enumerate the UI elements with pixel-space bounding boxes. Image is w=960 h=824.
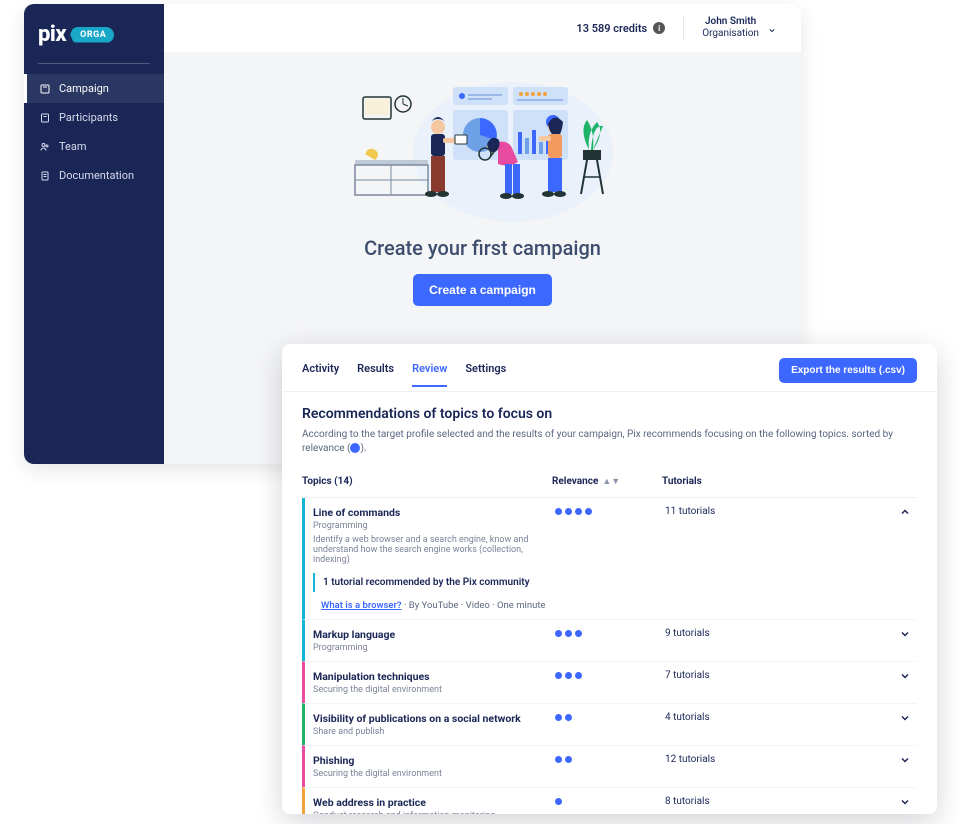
table-row[interactable]: Manipulation techniques Securing the digi… — [302, 661, 917, 703]
table-header: Topics (14) Relevance▲▼ Tutorials — [302, 466, 917, 498]
tutorials-count: 7 tutorials — [665, 670, 893, 681]
sidebar: pix ORGA Campaign Participants Team Docu… — [24, 4, 164, 464]
sidebar-item-participants[interactable]: Participants — [24, 103, 164, 132]
doc-icon — [39, 170, 51, 182]
layers-icon — [39, 83, 51, 95]
sidebar-item-label: Campaign — [59, 82, 109, 95]
tab-activity[interactable]: Activity — [302, 362, 339, 387]
tutorials-count: 8 tutorials — [665, 796, 893, 807]
topic-subtitle: Share and publish — [313, 727, 555, 737]
topic-subtitle: Securing the digital environment — [313, 685, 555, 695]
chevron-up-icon[interactable] — [893, 506, 917, 522]
tab-review[interactable]: Review — [412, 362, 447, 387]
table-body: Line of commands Programming Identify a we… — [302, 498, 917, 814]
topic-title: Markup language — [313, 628, 555, 641]
tab-settings[interactable]: Settings — [465, 362, 506, 387]
topic-subtitle: Programming — [313, 521, 555, 531]
desc-post: ). — [360, 443, 366, 454]
chevron-down-icon[interactable] — [893, 796, 917, 812]
sidebar-item-label: Team — [59, 140, 87, 153]
topic-title: Line of commands — [313, 506, 555, 519]
topics-table: Topics (14) Relevance▲▼ Tutorials Line o… — [282, 466, 937, 814]
topic-subtitle: Securing the digital environment — [313, 769, 555, 779]
sidebar-item-label: Participants — [59, 111, 118, 124]
info-icon[interactable]: i — [653, 22, 665, 34]
divider — [38, 63, 150, 64]
divider — [683, 16, 684, 40]
credits-text: 13 589 credits — [576, 22, 647, 35]
topic-title: Web address in practice — [313, 796, 555, 809]
topic-title: Manipulation techniques — [313, 670, 555, 683]
topic-title: Phishing — [313, 754, 555, 767]
chevron-down-icon: ⌄ — [767, 21, 777, 36]
relevance-dots — [555, 670, 665, 679]
topic-subtitle: Programming — [313, 643, 555, 653]
chevron-down-icon[interactable] — [893, 754, 917, 770]
hero-illustration — [343, 72, 623, 222]
hero-headline: Create your first campaign — [364, 236, 601, 260]
tutorials-count: 12 tutorials — [665, 754, 893, 765]
sort-icon: ▲▼ — [602, 477, 620, 487]
section-description: According to the target profile selected… — [302, 428, 917, 456]
tutorial-meta: · By YouTube · Video · One minute — [402, 600, 546, 611]
tutorials-count: 9 tutorials — [665, 628, 893, 639]
chevron-down-icon[interactable] — [893, 628, 917, 644]
tutorial-item: What is a browser? · By YouTube · Video … — [305, 596, 917, 617]
topic-subtitle: Conduct research and information monitor… — [313, 811, 555, 814]
relevance-dots — [555, 796, 665, 805]
user-menu[interactable]: John Smith Organisation ⌄ — [702, 16, 777, 41]
relevance-dots — [555, 712, 665, 721]
table-row[interactable]: Phishing Securing the digital environment… — [302, 745, 917, 787]
tabs: Activity Results Review Settings — [302, 362, 506, 387]
topbar: 13 589 credits i John Smith Organisation… — [164, 4, 801, 52]
users-icon — [39, 112, 51, 124]
table-row[interactable]: Line of commands Programming Identify a we… — [302, 498, 917, 619]
table-row[interactable]: Markup language Programming 9 tutorials — [302, 619, 917, 661]
col-relevance[interactable]: Relevance▲▼ — [552, 476, 662, 487]
relevance-dots — [555, 506, 665, 515]
recommendations-header: Recommendations of topics to focus on Ac… — [282, 392, 937, 466]
col-topics: Topics (14) — [302, 476, 552, 487]
tabs-row: Activity Results Review Settings Export … — [282, 344, 937, 392]
create-campaign-button[interactable]: Create a campaign — [413, 274, 552, 306]
sidebar-item-documentation[interactable]: Documentation — [24, 161, 164, 190]
tutorial-link[interactable]: What is a browser? — [321, 600, 402, 611]
team-icon — [39, 141, 51, 153]
chevron-down-icon[interactable] — [893, 712, 917, 728]
logo: pix ORGA — [24, 16, 164, 57]
sidebar-nav: Campaign Participants Team Documentation — [24, 74, 164, 190]
user-org: Organisation — [702, 28, 759, 41]
relevance-dots — [555, 754, 665, 763]
logo-orga-badge: ORGA — [70, 27, 114, 43]
sidebar-item-label: Documentation — [59, 169, 134, 182]
sidebar-item-team[interactable]: Team — [24, 132, 164, 161]
user-name: John Smith — [702, 16, 759, 29]
sidebar-item-campaign[interactable]: Campaign — [24, 74, 164, 103]
section-title: Recommendations of topics to focus on — [302, 406, 917, 422]
desc-pre: According to the target profile selected… — [302, 429, 893, 454]
chevron-down-icon[interactable] — [893, 670, 917, 686]
export-button[interactable]: Export the results (.csv) — [779, 358, 917, 383]
tutorial-recommended-bar: 1 tutorial recommended by the Pix commun… — [313, 573, 917, 592]
topic-description: Identify a web browser and a search engi… — [313, 535, 555, 565]
tab-results[interactable]: Results — [357, 362, 394, 387]
col-tutorials: Tutorials — [662, 476, 893, 487]
tutorials-count: 11 tutorials — [665, 506, 893, 517]
logo-pix: pix — [38, 22, 66, 47]
topic-title: Visibility of publications on a social n… — [313, 712, 555, 725]
review-panel: Activity Results Review Settings Export … — [282, 344, 937, 814]
table-row[interactable]: Web address in practice Conduct research … — [302, 787, 917, 814]
relevance-dots — [555, 628, 665, 637]
credits-display: 13 589 credits i — [576, 22, 665, 35]
tutorials-count: 4 tutorials — [665, 712, 893, 723]
table-row[interactable]: Visibility of publications on a social n… — [302, 703, 917, 745]
relevance-icon — [350, 443, 360, 453]
